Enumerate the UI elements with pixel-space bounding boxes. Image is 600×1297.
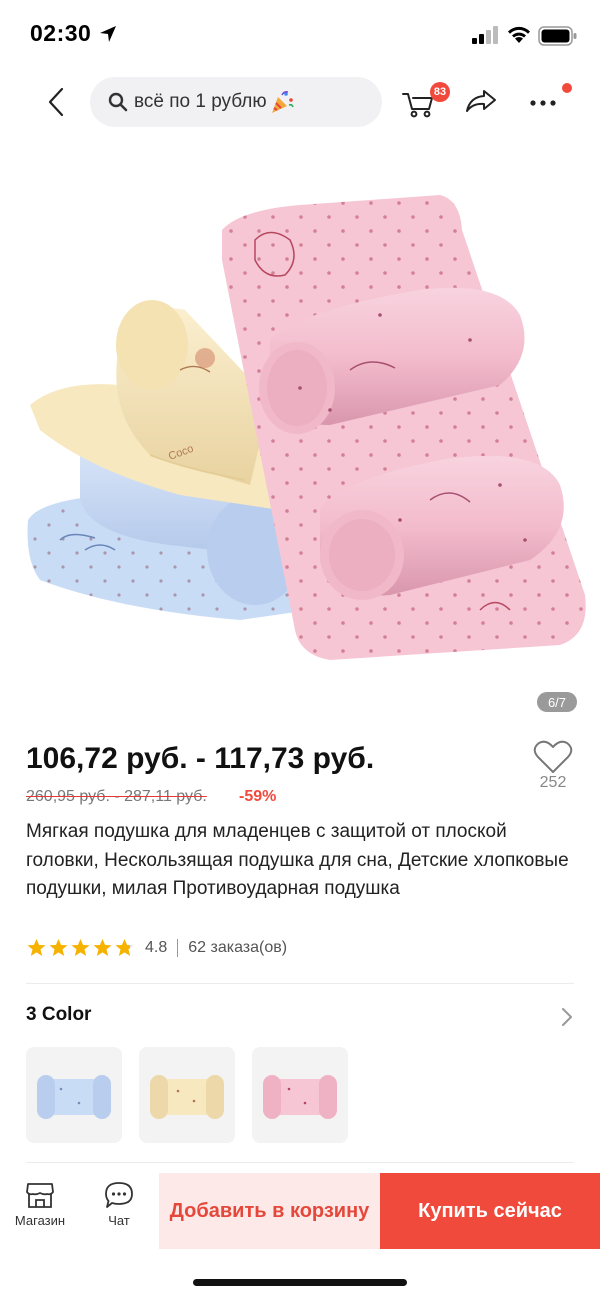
color-option-pink[interactable]: [252, 1047, 348, 1143]
store-button[interactable]: Магазин: [6, 1181, 74, 1243]
star-half-icon: [115, 939, 134, 956]
search-text: всё по 1 рублю: [134, 91, 267, 112]
chat-button[interactable]: Чат: [92, 1181, 146, 1243]
rating-value: 4.8: [145, 939, 168, 956]
add-to-cart-button[interactable]: Добавить в корзину: [159, 1173, 380, 1249]
signal-icon: [472, 26, 498, 44]
divider: [26, 983, 574, 984]
divider: [26, 1162, 574, 1163]
separator: [177, 939, 179, 957]
chevron-right-icon[interactable]: [560, 1006, 574, 1028]
notification-dot: [562, 83, 572, 93]
old-price: 260,95 руб. - 287,11 руб.: [26, 788, 207, 805]
share-icon: [466, 90, 496, 112]
search-input[interactable]: всё по 1 рублю: [90, 77, 382, 127]
image-counter: 6/7: [537, 692, 577, 712]
orders-count: 62 заказа(ов): [188, 939, 288, 956]
product-image[interactable]: Coco: [0, 140, 600, 730]
product-title: Мягкая подушка для младенцев с защитой о…: [26, 821, 569, 899]
store-label: Магазин: [14, 1213, 66, 1228]
color-option-yellow[interactable]: [139, 1047, 235, 1143]
status-time: 02:30: [30, 20, 92, 46]
battery-icon: [538, 26, 577, 46]
heart-icon: [533, 740, 573, 773]
bottom-action-bar: Магазин Чат Добавить в корзину Купить се…: [0, 1173, 600, 1249]
swatch-image-blue: [37, 1075, 111, 1119]
wifi-icon: [508, 26, 530, 43]
discount-badge: -59%: [239, 788, 277, 805]
rating-stars: [26, 938, 135, 958]
cart-badge: 83: [430, 82, 450, 102]
rating-row[interactable]: 4.8 62 заказа(ов): [26, 936, 287, 960]
back-icon: [48, 87, 64, 117]
status-bar: 02:30: [0, 0, 600, 70]
share-button[interactable]: [464, 86, 498, 116]
color-section-title[interactable]: 3 Color: [26, 1004, 91, 1026]
favorite-count: 252: [539, 774, 567, 791]
store-icon: [26, 1183, 54, 1208]
star-icon: [93, 939, 112, 956]
product-price: 106,72 руб. - 117,73 руб.: [26, 742, 375, 775]
color-option-blue[interactable]: [26, 1047, 122, 1143]
search-icon: [108, 92, 128, 112]
buy-now-button[interactable]: Купить сейчас: [380, 1173, 600, 1249]
swatch-image-yellow: [150, 1075, 224, 1119]
chat-label: Чат: [108, 1213, 130, 1228]
product-photo: Coco: [27, 195, 586, 660]
more-icon: [530, 100, 556, 106]
chat-icon: [105, 1182, 133, 1208]
star-icon: [49, 939, 68, 956]
back-button[interactable]: [40, 82, 72, 122]
favorite-button[interactable]: [532, 738, 574, 778]
party-icon: [271, 91, 294, 113]
swatch-image-pink: [263, 1075, 337, 1119]
color-swatches: [26, 1047, 348, 1143]
top-nav-bar: всё по 1 рублю 83: [0, 72, 600, 132]
star-icon: [27, 939, 46, 956]
location-arrow-icon: [100, 26, 116, 42]
star-icon: [71, 939, 90, 956]
home-indicator[interactable]: [193, 1279, 407, 1286]
